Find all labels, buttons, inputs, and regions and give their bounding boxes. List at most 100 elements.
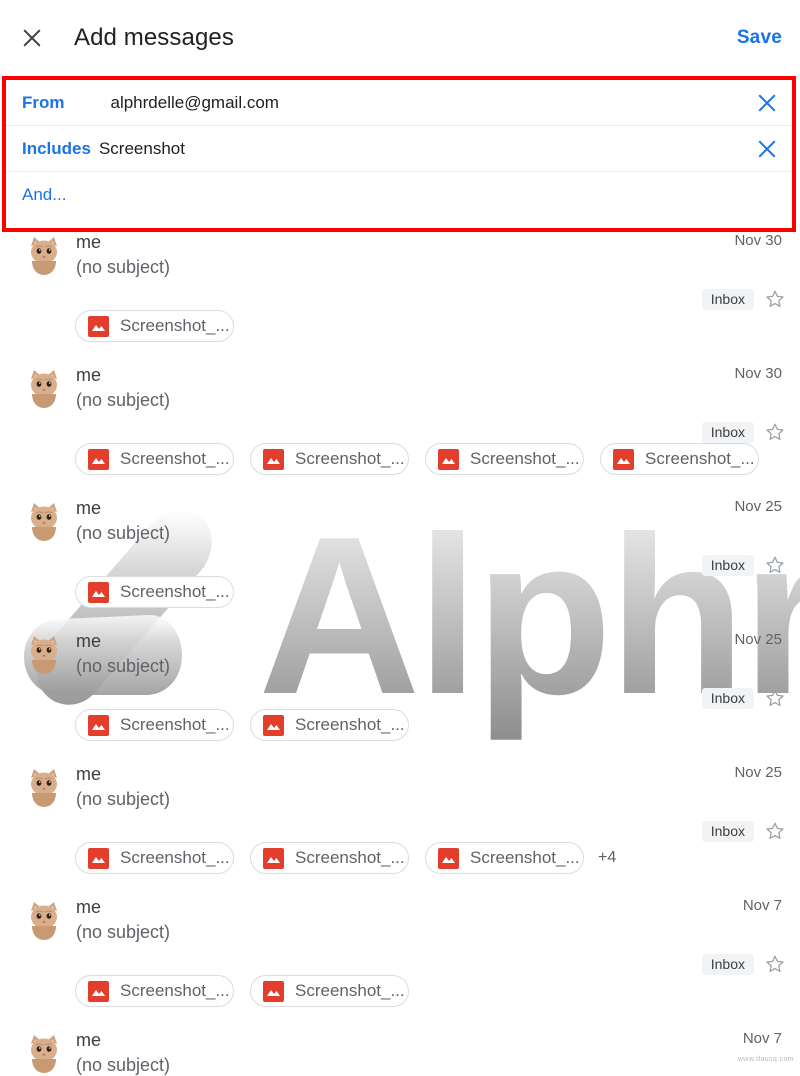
attachment-chip-list: Screenshot_...	[75, 310, 250, 342]
cat-avatar-icon	[22, 766, 66, 810]
star-outline-icon[interactable]	[764, 288, 786, 310]
message-date: Nov 25	[734, 631, 782, 648]
attachment-name: Screenshot_...	[120, 449, 230, 468]
attachment-chip[interactable]: Screenshot_...	[75, 709, 234, 741]
message-subject: (no subject)	[76, 257, 171, 277]
attachment-name: Screenshot_...	[120, 848, 230, 867]
attachment-chip[interactable]: Screenshot_...	[250, 975, 409, 1007]
dialog-header: Add messages Save	[0, 0, 800, 76]
close-icon	[21, 27, 43, 49]
filter-row-includes[interactable]: Includes Screenshot	[6, 126, 792, 172]
star-outline-icon[interactable]	[764, 554, 786, 576]
filter-key-from: From	[22, 92, 65, 112]
image-file-icon	[263, 714, 284, 736]
close-dialog-button[interactable]	[4, 10, 60, 66]
remove-from-filter-icon[interactable]	[756, 92, 778, 114]
attachment-chip[interactable]: Screenshot_...	[75, 842, 234, 874]
attachment-name: Screenshot_...	[295, 715, 405, 734]
message-date: Nov 30	[734, 365, 782, 382]
star-outline-icon[interactable]	[764, 687, 786, 709]
message-meta: Inbox	[701, 421, 786, 443]
cat-avatar-icon	[22, 367, 66, 411]
image-file-icon	[263, 980, 284, 1002]
status-badge: Inbox	[701, 288, 754, 310]
attachment-chip[interactable]: Screenshot_...	[425, 443, 584, 475]
attachment-name: Screenshot_...	[120, 715, 230, 734]
message-subject: (no subject)	[76, 656, 171, 676]
remove-includes-filter-icon[interactable]	[756, 138, 778, 160]
status-badge: Inbox	[701, 953, 754, 975]
cat-avatar-icon	[22, 500, 66, 544]
image-file-icon	[88, 315, 109, 337]
message-sender: me	[76, 631, 102, 651]
image-file-icon	[88, 847, 109, 869]
filter-criteria-card: From alphrdelle@gmail.com Includes Scree…	[2, 76, 796, 232]
attachment-chip[interactable]: Screenshot_...	[250, 443, 409, 475]
cat-avatar-icon	[22, 1032, 66, 1076]
cat-avatar-icon	[22, 633, 66, 677]
attachment-name: Screenshot_...	[120, 981, 230, 1000]
message-subject: (no subject)	[76, 789, 171, 809]
image-file-icon	[438, 847, 459, 869]
image-file-icon	[88, 714, 109, 736]
attachment-overflow-count: +4	[598, 849, 617, 866]
message-meta: Inbox	[701, 288, 786, 310]
message-sender: me	[76, 365, 102, 385]
filter-value-includes: Screenshot	[98, 138, 185, 158]
cat-avatar-icon	[22, 234, 66, 278]
attachment-chip[interactable]: Screenshot_...	[425, 842, 584, 874]
attachment-name: Screenshot_...	[120, 582, 230, 601]
image-file-icon	[88, 581, 109, 603]
message-sender: me	[76, 1030, 102, 1050]
message-date: Nov 25	[734, 498, 782, 515]
status-badge: Inbox	[701, 421, 754, 443]
message-sender: me	[76, 498, 102, 518]
save-button[interactable]: Save	[737, 27, 782, 49]
attachment-chip[interactable]: Screenshot_...	[250, 709, 409, 741]
message-subject: (no subject)	[76, 523, 171, 543]
message-sender: me	[76, 897, 102, 917]
message-sender: me	[76, 764, 102, 784]
attachment-chip[interactable]: Screenshot_...	[600, 443, 759, 475]
attachment-name: Screenshot_...	[295, 848, 405, 867]
message-meta: Inbox	[701, 953, 786, 975]
attachment-name: Screenshot_...	[295, 981, 405, 1000]
image-file-icon	[263, 448, 284, 470]
status-badge: Inbox	[701, 554, 754, 576]
attachment-chip[interactable]: Screenshot_...	[75, 576, 234, 608]
attachment-chip[interactable]: Screenshot_...	[250, 842, 409, 874]
cat-avatar-icon	[22, 899, 66, 943]
filter-key-includes: Includes	[22, 138, 91, 158]
image-file-icon	[88, 448, 109, 470]
image-file-icon	[88, 980, 109, 1002]
star-outline-icon[interactable]	[764, 953, 786, 975]
attachment-chip[interactable]: Screenshot_...	[75, 310, 234, 342]
message-date: Nov 25	[734, 764, 782, 781]
image-file-icon	[263, 847, 284, 869]
attachment-name: Screenshot_...	[120, 316, 230, 335]
message-meta: Inbox	[701, 820, 786, 842]
status-badge: Inbox	[701, 687, 754, 709]
status-badge: Inbox	[701, 820, 754, 842]
message-meta: Inbox	[701, 687, 786, 709]
message-sender: me	[76, 232, 102, 252]
attachment-chip-list: Screenshot_... Screenshot_... Screenshot…	[75, 842, 616, 874]
add-condition-link[interactable]: And...	[22, 185, 66, 205]
filter-row-from[interactable]: From alphrdelle@gmail.com	[6, 80, 792, 126]
attachment-name: Screenshot_...	[470, 848, 580, 867]
filter-value-from: alphrdelle@gmail.com	[110, 92, 279, 112]
star-outline-icon[interactable]	[764, 820, 786, 842]
attachment-chip-list: Screenshot_... Screenshot_... Screenshot…	[75, 443, 775, 475]
filter-row-and[interactable]: And...	[6, 172, 792, 218]
attachment-chip-list: Screenshot_...	[75, 576, 250, 608]
attachment-chip[interactable]: Screenshot_...	[75, 443, 234, 475]
message-subject: (no subject)	[76, 390, 171, 410]
message-date: Nov 30	[734, 232, 782, 249]
message-meta: Inbox	[701, 554, 786, 576]
star-outline-icon[interactable]	[764, 421, 786, 443]
attachment-chip[interactable]: Screenshot_...	[75, 975, 234, 1007]
message-list: me (no subject) Nov 30 Inbox Screenshot_…	[0, 232, 800, 1075]
attachment-chip-list: Screenshot_... Screenshot_...	[75, 975, 425, 1007]
attachment-chip-list: Screenshot_... Screenshot_...	[75, 709, 425, 741]
attachment-name: Screenshot_...	[295, 449, 405, 468]
